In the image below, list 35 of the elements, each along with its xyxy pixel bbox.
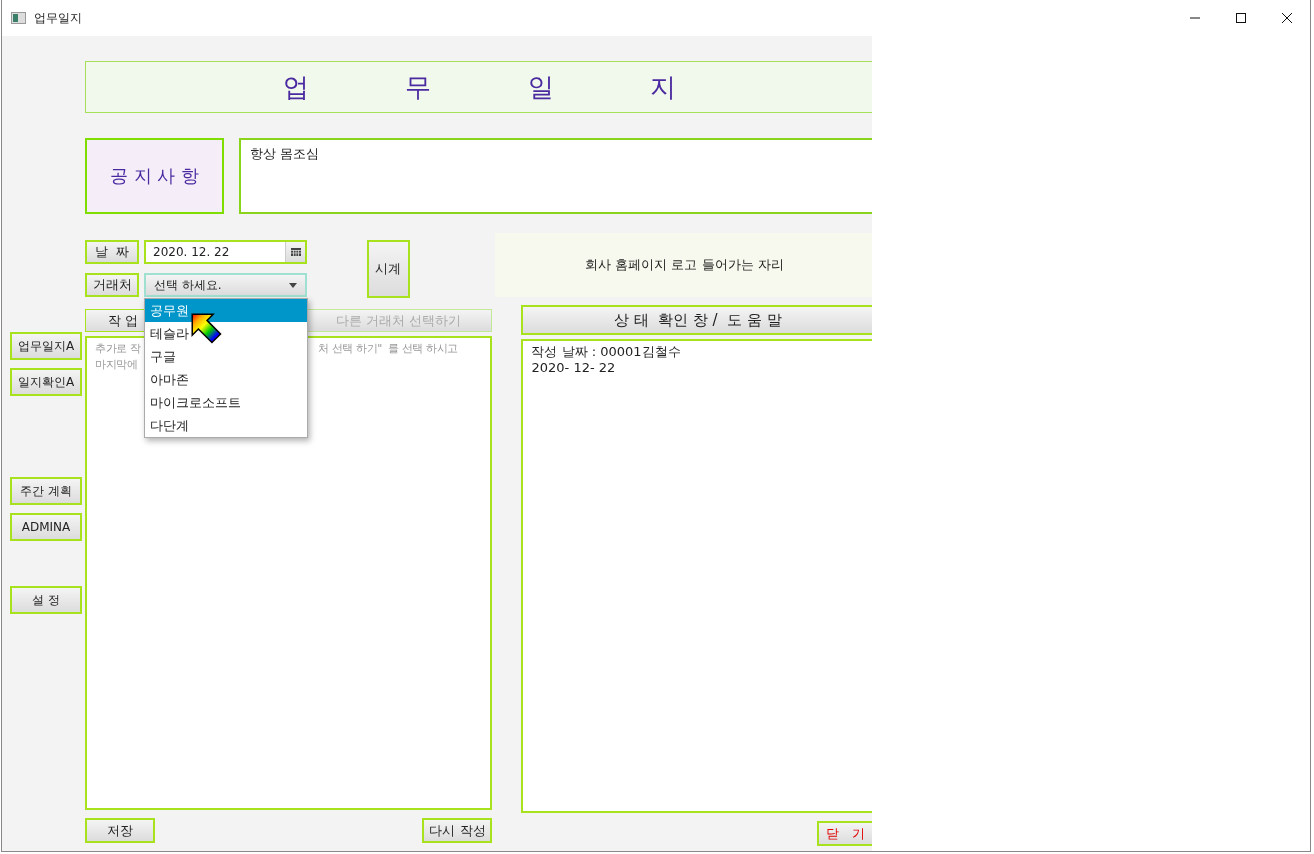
page-title-banner: 업 무 일 지 [85,61,874,113]
sidebar-button[interactable]: 설 정 [10,586,82,614]
logo-placeholder-text: 회사 홈페이지 로고 들어가는 자리 [585,256,784,274]
dropdown-option[interactable]: 아마존 [145,368,307,391]
sidebar-button[interactable]: ADMINA [10,513,82,541]
notice-field[interactable]: 항상 몸조심 [239,138,874,214]
caret-icon [289,282,297,288]
status-help-header[interactable]: 상 태 확인 창 / 도 움 말 [521,305,874,335]
placeholder-text: 마지막에 [95,357,138,373]
calendar-icon [290,248,301,256]
sidebar-button[interactable]: 주간 계획 [10,477,82,505]
clock-button[interactable]: 시계 [367,240,410,298]
dropdown-option[interactable]: 다단계 [145,414,307,437]
notice-label: 공 지 사 항 [85,138,224,214]
close-icon [1282,13,1292,23]
sidebar-button[interactable]: 업무일지A [10,332,82,360]
save-button[interactable]: 저장 [85,818,155,843]
cursor-icon [191,313,223,345]
client-label-button[interactable]: 거래처 [85,273,139,297]
calendar-button[interactable] [285,242,305,262]
window-icon [11,12,26,24]
date-label-button[interactable]: 날 짜 [85,240,139,264]
close-button[interactable]: 닫 기 [817,821,874,846]
window-title: 업무일지 [34,9,82,27]
client-dropdown[interactable]: 선택 하세요. [144,273,307,297]
status-line: 2020- 12- 22 [531,360,617,376]
maximize-icon [1236,13,1246,23]
dropdown-option[interactable]: 마이크로소프트 [145,391,307,414]
placeholder-text: 처 선택 하기" 를 선택 하시고 [318,341,458,357]
sidebar-button[interactable]: 일지확인A [10,368,82,396]
rewrite-button[interactable]: 다시 작성 [422,818,493,843]
placeholder-text: 추가로 작 [95,341,141,357]
date-field[interactable]: 2020. 12. 22 [144,240,307,264]
status-line: 작성 날짜 : 00001김철수 [531,344,682,360]
dropdown-option[interactable]: 구글 [145,345,307,368]
